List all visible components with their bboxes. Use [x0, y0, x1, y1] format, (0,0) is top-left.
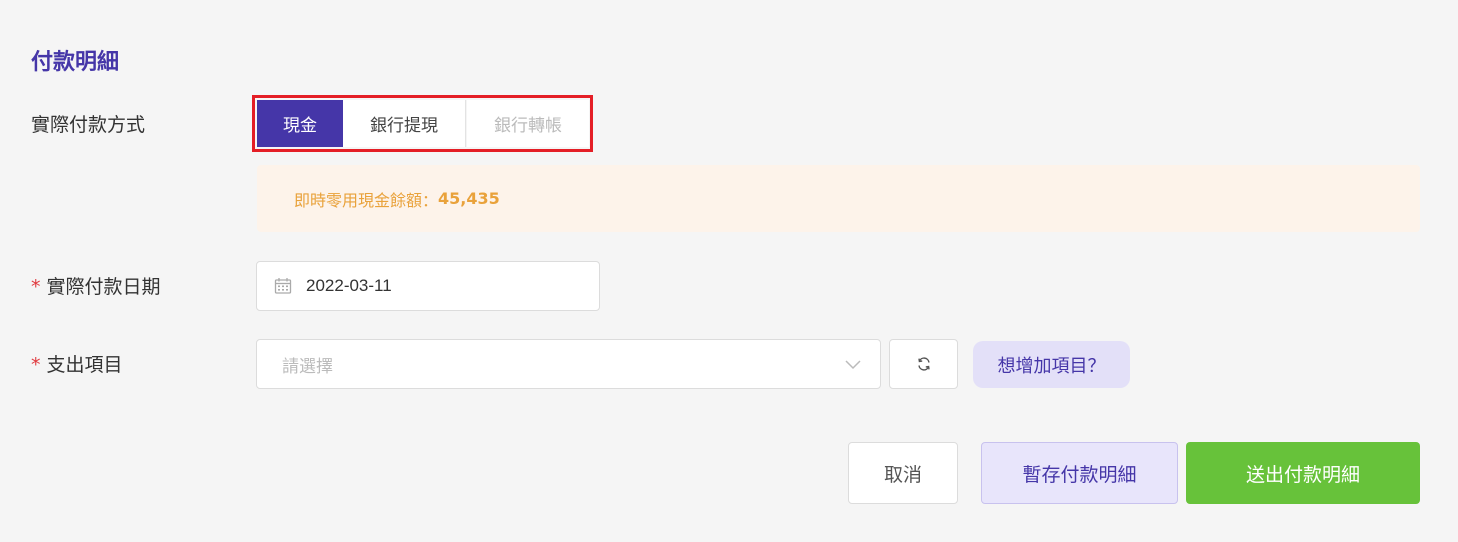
required-mark: *	[31, 276, 41, 298]
expense-item-label: * 支出項目	[31, 350, 123, 377]
expense-item-placeholder: 請選擇	[282, 356, 333, 377]
refresh-button[interactable]	[889, 339, 958, 389]
payment-date-label: * 實際付款日期	[31, 272, 161, 299]
payment-option-bank-transfer[interactable]: 銀行轉帳	[467, 100, 589, 147]
payment-option-bank-withdrawal[interactable]: 銀行提現	[343, 100, 466, 147]
expense-item-select[interactable]: 請選擇	[256, 339, 881, 389]
section-title: 付款明細	[31, 50, 120, 75]
payment-date-label-text: 實際付款日期	[46, 276, 161, 298]
refresh-icon	[917, 357, 930, 371]
add-expense-item-link[interactable]: 想增加項目？	[973, 341, 1130, 388]
payment-method-label: 實際付款方式	[31, 114, 146, 136]
submit-button[interactable]: 送出付款明細	[1186, 442, 1420, 504]
payment-option-cash[interactable]: 現金	[257, 100, 343, 147]
save-draft-button[interactable]: 暫存付款明細	[981, 442, 1178, 504]
chevron-down-icon	[845, 360, 861, 370]
expense-item-label-text: 支出項目	[46, 354, 123, 376]
payment-date-value: 2022-03-11	[306, 276, 392, 295]
required-mark: *	[31, 354, 41, 376]
cash-balance-label: 即時零用現金餘額：	[294, 190, 439, 210]
calendar-icon	[274, 278, 292, 294]
cancel-button[interactable]: 取消	[848, 442, 958, 504]
payment-date-picker[interactable]: 2022-03-11	[256, 261, 600, 311]
cash-balance-amount: 45,435	[438, 189, 500, 208]
cash-balance-notice: 即時零用現金餘額： 45,435	[257, 165, 1420, 232]
